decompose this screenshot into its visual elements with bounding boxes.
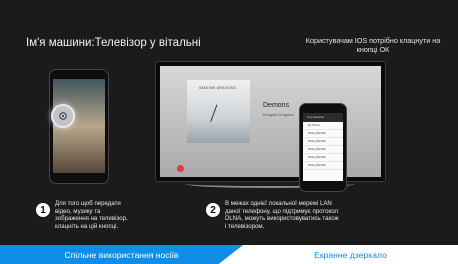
machine-name-label: Ім'я машини:Телевізор у вітальні — [26, 37, 201, 49]
tab-media-sharing[interactable]: Спільне використання носіїв — [0, 245, 243, 264]
tab-bar: Спільне використання носіїв Екранне дзер… — [0, 245, 458, 264]
power-indicator-icon — [177, 165, 184, 172]
ios-hint-text: Користувачам IOS потрібно клацнути на кн… — [305, 36, 441, 54]
device-list-item: My Phone — [303, 122, 343, 130]
album-art: IMAGINE DRAGONS — [187, 80, 250, 143]
share-icon — [59, 112, 67, 120]
help-overlay: Ім'я машини:Телевізор у вітальні Користу… — [0, 0, 458, 264]
album-art-text: IMAGINE DRAGONS — [199, 86, 236, 90]
device-list-item: DLNA_DEVICE — [303, 154, 343, 162]
tv-illustration: IMAGINE DRAGONS Demons Imagine Dragons — [155, 61, 386, 182]
step-1-text: Для того щоб передати відео, музику та з… — [55, 200, 128, 230]
tab-screen-mirroring[interactable]: Екранне дзеркало — [243, 245, 458, 264]
song-title: Demons — [263, 102, 290, 109]
album-figure — [210, 104, 227, 126]
device-list-item: DLNA_DEVICE — [303, 146, 343, 154]
step-2-text: В межах однієї локальної мережі LAN дано… — [225, 200, 339, 230]
device-list-item: DLNA_DEVICE — [303, 138, 343, 146]
tv-screen: IMAGINE DRAGONS Demons Imagine Dragons — [160, 66, 381, 177]
phone-right-screen: Live Devices My Phone DLNA_DEVICE DLNA_D… — [303, 113, 343, 181]
share-media-highlight-button[interactable] — [51, 104, 75, 128]
device-list-item: DLNA_DEVICE — [303, 130, 343, 138]
song-artist: Imagine Dragons — [263, 112, 294, 117]
step-2-number-badge: 2 — [206, 203, 220, 217]
device-list-item: DLNA_DEVICE — [303, 162, 343, 170]
step-1-number-badge: 1 — [36, 203, 50, 217]
device-list-title: Live Devices — [303, 113, 343, 122]
phone-right-illustration: Live Devices My Phone DLNA_DEVICE DLNA_D… — [299, 103, 347, 192]
